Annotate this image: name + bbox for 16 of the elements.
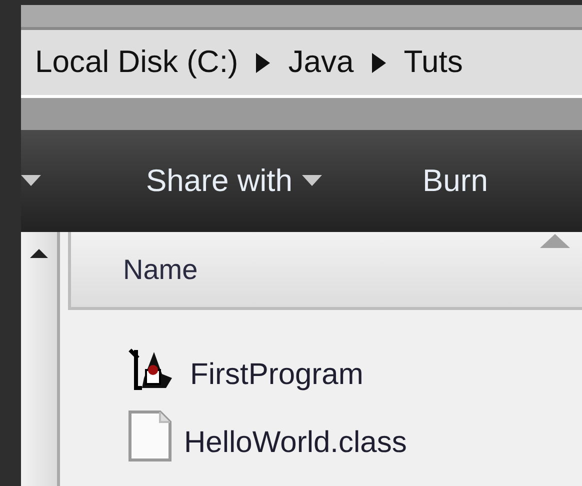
sort-arrow-icon [540,234,570,248]
file-item[interactable]: HelloWorld.class [128,406,582,462]
scroll-up-icon[interactable] [30,249,48,258]
toolbar-button[interactable]: Burn [422,158,488,204]
breadcrumb-arrow-icon [256,52,270,72]
address-bar[interactable]: Local Disk (C:) Java Tuts [21,30,582,98]
dropdown-arrow-icon [302,175,322,187]
file-item[interactable]: FirstProgram [128,338,582,394]
column-header[interactable]: Name [68,232,582,310]
document-icon [128,410,172,462]
breadcrumb-arrow-icon [372,52,386,72]
breadcrumb-item[interactable]: Java [288,39,354,86]
breadcrumb-item[interactable]: Local Disk (C:) [35,39,238,86]
dropdown-arrow-icon [21,175,41,187]
toolbar-button[interactable]: Share with [146,158,322,204]
breadcrumb-item[interactable]: Tuts [404,39,463,86]
